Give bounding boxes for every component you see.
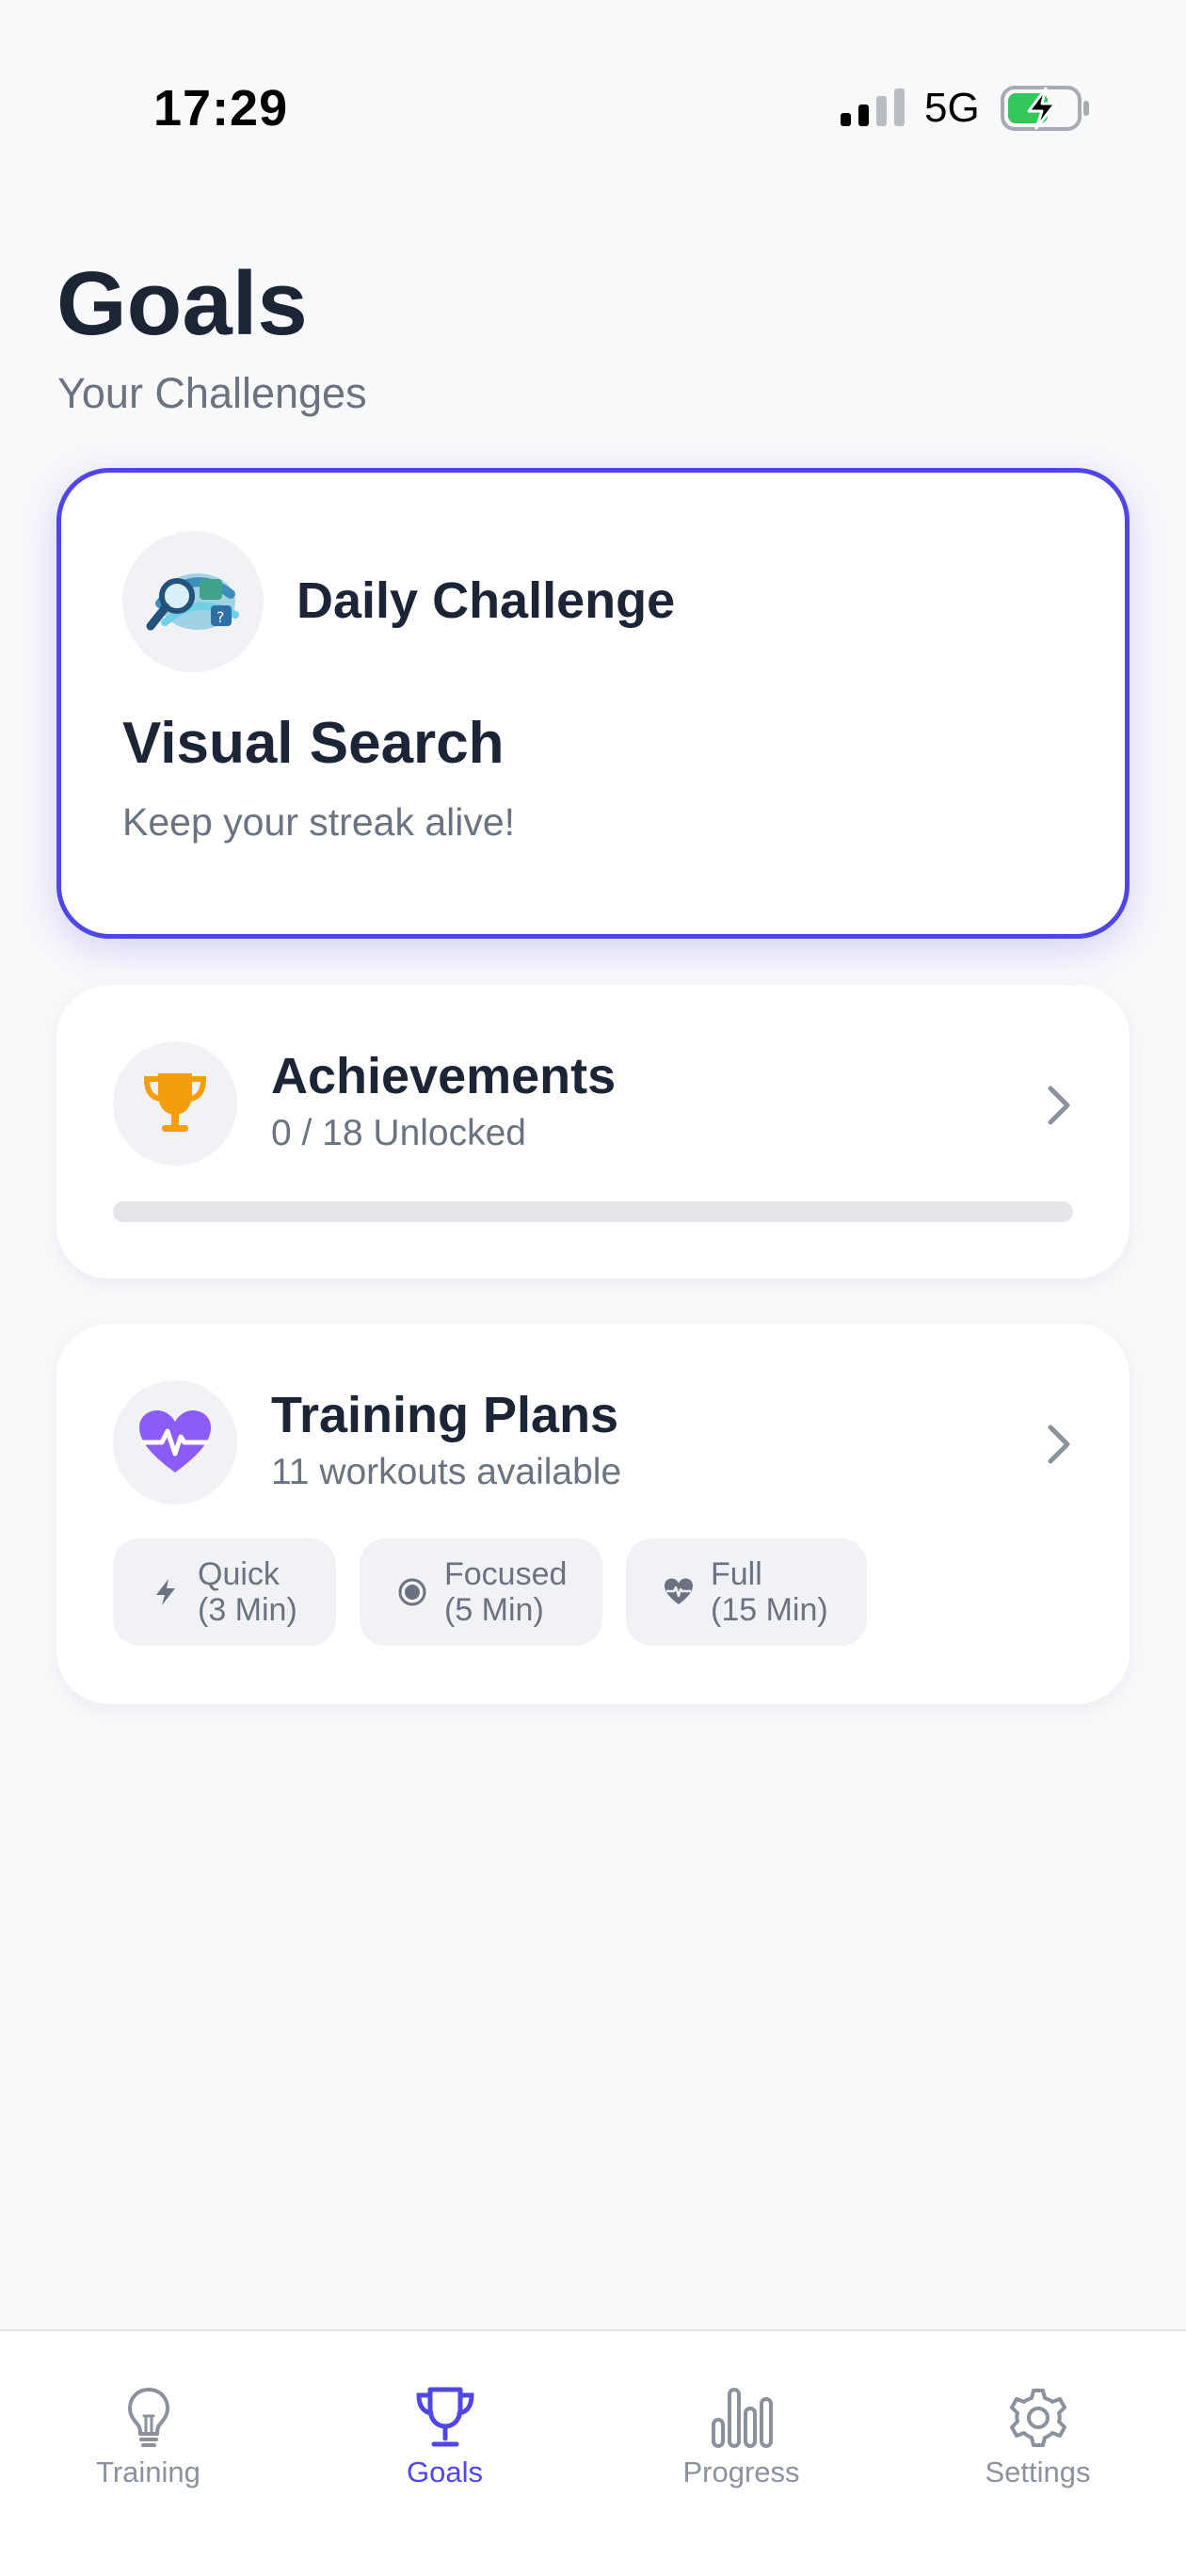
plan-full-name: Full xyxy=(711,1556,762,1592)
svg-text:?: ? xyxy=(216,608,225,626)
training-plans-card[interactable]: Training Plans 11 workouts available Qui… xyxy=(56,1324,1130,1704)
plan-focused-label: Focused (5 Min) xyxy=(444,1556,567,1628)
trophy-icon xyxy=(415,2387,474,2447)
training-plans-count: 11 workouts available xyxy=(271,1452,622,1492)
plan-full-duration: (15 Min) xyxy=(711,1592,828,1628)
network-label: 5G xyxy=(924,85,980,131)
signal-icon xyxy=(841,89,905,126)
bolt-icon xyxy=(156,1579,175,1605)
achievements-progress-bar xyxy=(113,1201,1073,1222)
achievements-title: Achievements xyxy=(271,1048,617,1104)
tab-training[interactable]: Training xyxy=(0,2331,296,2501)
heart-pulse-icon xyxy=(113,1380,237,1505)
tab-progress-label: Progress xyxy=(682,2455,800,2488)
plan-focused-duration: (5 Min) xyxy=(444,1592,544,1628)
chevron-right-icon xyxy=(1048,1425,1070,1464)
tab-training-label: Training xyxy=(96,2455,200,2488)
page-title: Goals xyxy=(56,253,308,354)
bar-chart-icon xyxy=(711,2388,773,2448)
plan-focused-name: Focused xyxy=(444,1556,568,1592)
tab-settings[interactable]: Settings xyxy=(890,2331,1186,2501)
target-icon xyxy=(398,1578,426,1606)
daily-challenge-description: Keep your streak alive! xyxy=(122,800,516,844)
lightbulb-icon xyxy=(127,2388,169,2447)
tab-goals[interactable]: Goals xyxy=(296,2331,593,2501)
battery-charging-icon xyxy=(1001,86,1089,131)
plan-quick-name: Quick xyxy=(198,1556,280,1592)
tab-progress[interactable]: Progress xyxy=(593,2331,890,2501)
daily-challenge-card[interactable]: ? Daily Challenge Visual Search Keep you… xyxy=(56,468,1130,939)
visual-search-icon: ? xyxy=(122,531,264,672)
tab-bar: Training Goals Progress Settings xyxy=(0,2329,1186,2576)
heart-pulse-icon xyxy=(665,1578,693,1604)
achievements-card[interactable]: Achievements 0 / 18 Unlocked xyxy=(56,985,1130,1279)
plan-quick-label: Quick (3 Min) xyxy=(198,1556,297,1628)
gear-icon xyxy=(1009,2389,1066,2447)
chevron-right-icon xyxy=(1048,1086,1070,1125)
training-plans-title: Training Plans xyxy=(271,1387,619,1443)
plan-full-chip[interactable]: Full (15 Min) xyxy=(626,1538,867,1646)
tab-settings-label: Settings xyxy=(985,2455,1091,2488)
daily-challenge-heading: Daily Challenge xyxy=(296,572,676,629)
daily-challenge-name: Visual Search xyxy=(122,711,505,776)
plan-full-label: Full (15 Min) xyxy=(711,1556,828,1628)
plan-quick-chip[interactable]: Quick (3 Min) xyxy=(113,1538,336,1646)
status-bar: 17:29 5G xyxy=(0,0,1186,188)
status-time: 17:29 xyxy=(153,80,289,137)
page-subtitle: Your Challenges xyxy=(57,369,367,417)
achievements-count: 0 / 18 Unlocked xyxy=(271,1113,527,1153)
tab-goals-label: Goals xyxy=(407,2455,483,2488)
plan-quick-duration: (3 Min) xyxy=(198,1592,297,1628)
trophy-icon xyxy=(113,1041,237,1166)
plan-focused-chip[interactable]: Focused (5 Min) xyxy=(360,1538,602,1646)
